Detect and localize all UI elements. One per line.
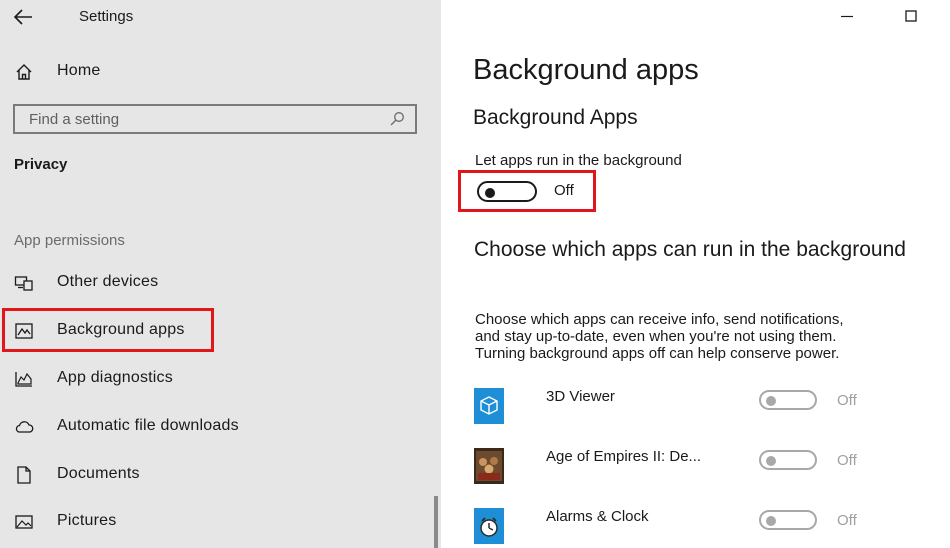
page-title: Background apps — [473, 54, 699, 86]
toggle-knob — [766, 396, 776, 406]
main-content: Background apps Background Apps Let apps… — [441, 0, 950, 548]
section-title-choose-apps: Choose which apps can run in the backgro… — [474, 238, 906, 261]
back-button[interactable] — [10, 5, 38, 29]
diagnostics-icon — [15, 372, 32, 387]
sidebar-item-pictures[interactable]: Pictures — [0, 502, 441, 542]
sidebar-item-label: Background apps — [57, 321, 185, 338]
sidebar-item-label: App diagnostics — [57, 369, 173, 386]
search-input[interactable] — [15, 106, 389, 132]
highlight-box-main-toggle: Off — [458, 170, 596, 212]
app-toggle-age-of-empires[interactable] — [759, 450, 817, 470]
description-line: Choose which apps can receive info, send… — [475, 311, 844, 328]
group-label-app-permissions: App permissions — [14, 232, 125, 249]
sidebar-item-label: Automatic file downloads — [57, 417, 239, 434]
toggle-state-label: Off — [554, 182, 574, 199]
sidebar-item-other-devices[interactable]: Other devices — [0, 263, 441, 303]
app-row-3d-viewer: 3D Viewer Off — [441, 388, 950, 436]
description-line: and stay up-to-date, even when you're no… — [475, 328, 837, 345]
sidebar-item-label: Documents — [57, 465, 140, 482]
home-icon — [16, 64, 32, 80]
sidebar-item-background-apps[interactable]: Background apps — [0, 311, 441, 351]
app-row-age-of-empires: Age of Empires II: De... Off — [441, 448, 950, 496]
toggle-knob — [766, 456, 776, 466]
alarms-clock-icon — [474, 508, 504, 544]
search-box[interactable] — [13, 104, 417, 134]
description: Choose which apps can receive info, send… — [475, 311, 950, 362]
sidebar-scrollbar[interactable] — [434, 496, 438, 548]
maximize-button[interactable] — [901, 6, 921, 26]
app-name: Age of Empires II: De... — [546, 448, 702, 465]
age-of-empires-icon — [474, 448, 504, 484]
cloud-icon — [15, 421, 34, 433]
sidebar: Settings Home Privacy App permissions Ot… — [0, 0, 441, 548]
sidebar-item-label: Pictures — [57, 512, 117, 529]
app-title: Settings — [79, 8, 134, 25]
minimize-button[interactable] — [837, 6, 857, 26]
toggle-knob — [485, 187, 495, 198]
app-name: 3D Viewer — [546, 388, 615, 405]
pictures-icon — [15, 515, 33, 529]
description-line: Turning background apps off can help con… — [475, 345, 840, 362]
arrow-left-icon — [13, 9, 32, 25]
app-toggle-3d-viewer[interactable] — [759, 390, 817, 410]
toggle-state-label: Off — [837, 512, 857, 529]
sidebar-item-label: Home — [57, 62, 101, 79]
sidebar-item-label: Other devices — [57, 273, 159, 290]
app-toggle-alarms-clock[interactable] — [759, 510, 817, 530]
toggle-state-label: Off — [837, 392, 857, 409]
toggle-state-label: Off — [837, 452, 857, 469]
minimize-icon — [841, 15, 853, 18]
app-name: Alarms & Clock — [546, 508, 649, 525]
sidebar-item-automatic-file-downloads[interactable]: Automatic file downloads — [0, 407, 441, 447]
subheading: Background Apps — [473, 106, 638, 129]
toggle-knob — [766, 516, 776, 526]
toggle-caption: Let apps run in the background — [475, 152, 682, 169]
app-row-alarms-clock: Alarms & Clock Off — [441, 508, 950, 548]
section-title-privacy: Privacy — [14, 156, 68, 173]
3d-viewer-icon — [474, 388, 504, 424]
background-apps-toggle[interactable] — [477, 181, 537, 202]
devices-icon — [14, 276, 33, 291]
sidebar-item-app-diagnostics[interactable]: App diagnostics — [0, 359, 441, 399]
sidebar-item-documents[interactable]: Documents — [0, 455, 441, 495]
document-icon — [17, 466, 31, 484]
search-icon[interactable] — [389, 111, 405, 127]
background-apps-icon — [15, 323, 33, 339]
sidebar-item-home[interactable]: Home — [0, 52, 441, 92]
maximize-icon — [905, 10, 917, 22]
